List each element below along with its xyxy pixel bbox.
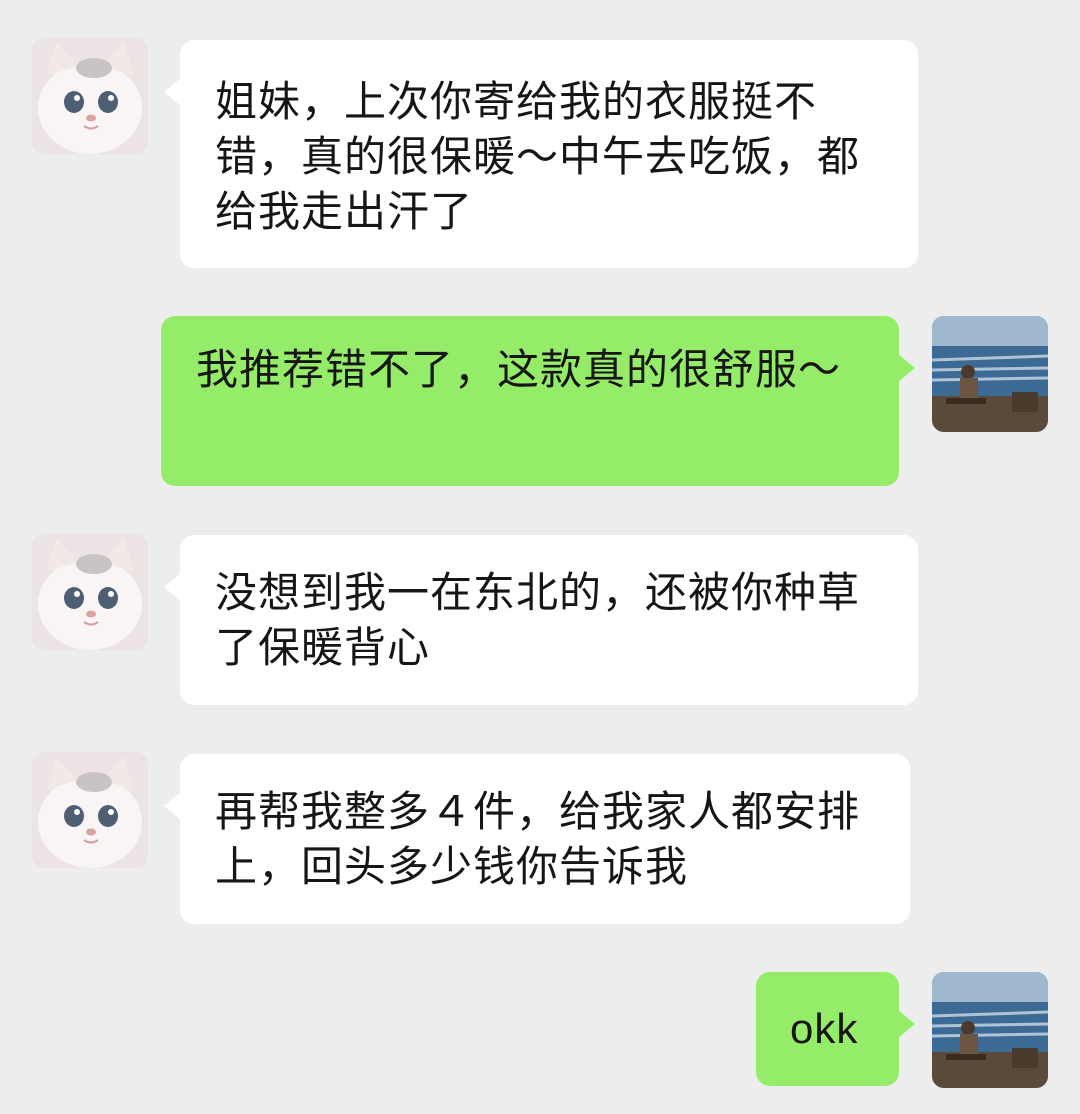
white-cat-avatar-icon bbox=[32, 38, 148, 154]
seaside-avatar-icon bbox=[932, 972, 1048, 1088]
bubble-tail bbox=[898, 1010, 915, 1038]
message-bubble-received[interactable]: 姐妹，上次你寄给我的衣服挺不错，真的很保暖～中午去吃饭，都给我走出汗了 bbox=[164, 40, 918, 268]
message-text: okk bbox=[790, 1005, 859, 1052]
contact-avatar[interactable] bbox=[32, 534, 148, 650]
message-text: 姐妹，上次你寄给我的衣服挺不错，真的很保暖～中午去吃饭，都给我走出汗了 bbox=[215, 77, 861, 236]
seaside-avatar-icon bbox=[932, 316, 1048, 432]
bubble-tail bbox=[164, 573, 181, 601]
user-avatar[interactable] bbox=[932, 972, 1048, 1088]
bubble-tail bbox=[164, 78, 181, 106]
message-text: 没想到我一在东北的，还被你种草了保暖背心 bbox=[215, 568, 861, 672]
contact-avatar[interactable] bbox=[32, 38, 148, 154]
message-text: 再帮我整多４件，给我家人都安排上，回头多少钱你告诉我 bbox=[215, 787, 861, 891]
message-bubble-sent[interactable]: okk bbox=[756, 972, 915, 1086]
user-avatar[interactable] bbox=[932, 316, 1048, 432]
bubble-tail bbox=[898, 354, 915, 382]
message-bubble-received[interactable]: 没想到我一在东北的，还被你种草了保暖背心 bbox=[164, 535, 918, 705]
message-bubble-sent[interactable]: 我推荐错不了，这款真的很舒服～ bbox=[161, 316, 915, 486]
white-cat-avatar-icon bbox=[32, 752, 148, 868]
chat-window: 姐妹，上次你寄给我的衣服挺不错，真的很保暖～中午去吃饭，都给我走出汗了 我推荐错… bbox=[0, 0, 1080, 1114]
message-text: 我推荐错不了，这款真的很舒服～ bbox=[196, 345, 842, 394]
contact-avatar[interactable] bbox=[32, 752, 148, 868]
white-cat-avatar-icon bbox=[32, 534, 148, 650]
message-bubble-received[interactable]: 再帮我整多４件，给我家人都安排上，回头多少钱你告诉我 bbox=[164, 754, 910, 924]
bubble-tail bbox=[164, 792, 181, 820]
